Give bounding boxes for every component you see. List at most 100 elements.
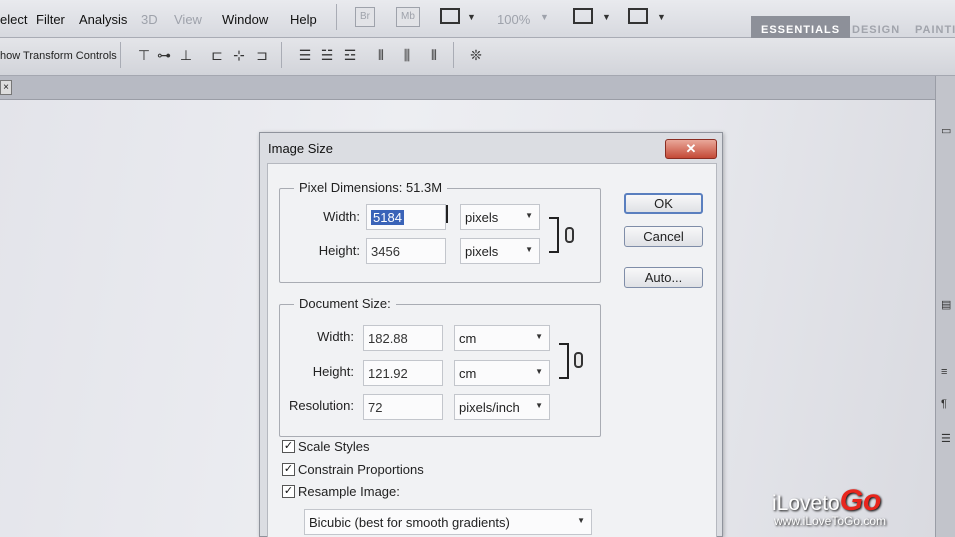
- close-button[interactable]: ✕: [665, 139, 717, 159]
- document-link-bracket: [559, 343, 569, 379]
- image-size-dialog: Image Size ✕ Pixel Dimensions: 51.3M Wid…: [259, 132, 723, 537]
- cancel-button[interactable]: Cancel: [624, 226, 703, 247]
- link-chain-icon: [574, 352, 583, 368]
- chevron-down-icon: ▼: [525, 211, 533, 220]
- resample-method: Bicubic (best for smooth gradients): [309, 515, 510, 530]
- resample-image-label[interactable]: Resample Image:: [298, 484, 400, 499]
- doc-width-unit-select[interactable]: cm ▼: [454, 325, 550, 351]
- text-cursor-icon: [446, 205, 448, 223]
- pixel-height-label: Height:: [318, 243, 360, 258]
- menu-3d[interactable]: 3D: [141, 12, 158, 27]
- pixel-width-unit-select[interactable]: pixels ▼: [460, 204, 540, 230]
- auto-button[interactable]: Auto...: [624, 267, 703, 288]
- panel-icon[interactable]: ¶: [941, 398, 953, 410]
- pixel-dimensions-size: 51.3M: [405, 180, 443, 195]
- bridge-button[interactable]: Br: [355, 7, 375, 27]
- constrain-proportions-checkbox[interactable]: ✓: [282, 463, 295, 476]
- mini-bridge-button[interactable]: Mb: [396, 7, 420, 27]
- doc-height-unit-select[interactable]: cm ▼: [454, 360, 550, 386]
- resolution-unit-select[interactable]: pixels/inch ▼: [454, 394, 550, 420]
- pixel-dimensions-group: Pixel Dimensions: 51.3M Width: 5184 pixe…: [279, 180, 601, 283]
- distribute-right-icon[interactable]: ⦀: [425, 46, 443, 64]
- pixel-height-value: 3456: [371, 244, 400, 259]
- view-extras-icon[interactable]: [440, 8, 460, 24]
- auto-align-icon[interactable]: ❊: [467, 46, 485, 64]
- align-top-icon[interactable]: ⊤: [135, 46, 153, 64]
- menu-separator: [336, 4, 337, 30]
- chevron-down-icon[interactable]: ▼: [540, 12, 549, 22]
- chevron-down-icon[interactable]: ▼: [657, 12, 666, 22]
- document-size-group: Document Size: Width: 182.88 cm ▼ Height…: [279, 296, 601, 437]
- panel-icon[interactable]: ▤: [941, 298, 953, 311]
- options-separator: [281, 42, 282, 68]
- scale-styles-label[interactable]: Scale Styles: [298, 439, 370, 454]
- chevron-down-icon: ▼: [525, 245, 533, 254]
- chevron-down-icon: ▼: [535, 332, 543, 341]
- distribute-hcenter-icon[interactable]: ⫼: [398, 46, 416, 64]
- pixel-height-unit: pixels: [465, 244, 499, 259]
- align-right-icon[interactable]: ⊐: [253, 46, 271, 64]
- zoom-level[interactable]: 100%: [497, 12, 530, 27]
- doc-width-label: Width:: [317, 329, 354, 344]
- ok-button[interactable]: OK: [624, 193, 703, 214]
- scale-styles-checkbox[interactable]: ✓: [282, 440, 295, 453]
- screen-mode-icon[interactable]: [628, 8, 648, 24]
- panel-icon[interactable]: ☰: [941, 432, 953, 445]
- chevron-down-icon[interactable]: ▼: [467, 12, 476, 22]
- menu-filter[interactable]: Filter: [36, 12, 65, 27]
- logo-go: Go: [839, 484, 882, 517]
- document-tab-bar: ×: [0, 76, 955, 100]
- pixel-dimensions-label: Pixel Dimensions:: [299, 180, 403, 195]
- document-size-label: Document Size:: [294, 296, 396, 311]
- distribute-left-icon[interactable]: ⫴: [372, 46, 390, 64]
- chevron-down-icon: ▼: [577, 516, 585, 525]
- pixel-width-unit: pixels: [465, 210, 499, 225]
- doc-height-input[interactable]: 121.92: [363, 360, 443, 386]
- dialog-title: Image Size: [268, 141, 334, 156]
- chevron-down-icon: ▼: [535, 367, 543, 376]
- doc-height-unit: cm: [459, 366, 477, 381]
- panel-icon[interactable]: ≡: [941, 366, 953, 378]
- logo-prefix: iLoveto: [772, 492, 840, 515]
- doc-height-label: Height:: [312, 364, 354, 379]
- pixel-height-unit-select[interactable]: pixels ▼: [460, 238, 540, 264]
- panel-icon[interactable]: ▭: [941, 124, 953, 137]
- resolution-unit: pixels/inch: [459, 400, 520, 415]
- doc-width-input[interactable]: 182.88: [363, 325, 443, 351]
- resolution-value: 72: [368, 400, 383, 415]
- doc-width-value: 182.88: [368, 331, 408, 346]
- resample-method-select[interactable]: Bicubic (best for smooth gradients) ▼: [304, 509, 592, 535]
- align-bottom-icon[interactable]: ⊥: [177, 46, 195, 64]
- pixel-width-input[interactable]: 5184: [366, 204, 446, 230]
- doc-height-value: 121.92: [368, 366, 408, 381]
- align-hcenter-icon[interactable]: ⊹: [230, 46, 248, 64]
- right-panel-dock: ▭ ▤ ≡ ¶ ☰: [935, 76, 955, 537]
- distribute-bottom-icon[interactable]: ☲: [341, 46, 359, 64]
- align-vcenter-icon[interactable]: ⊶: [155, 46, 173, 64]
- dialog-body: Pixel Dimensions: 51.3M Width: 5184 pixe…: [267, 163, 717, 537]
- resample-image-checkbox[interactable]: ✓: [282, 485, 295, 498]
- arrange-documents-icon[interactable]: [573, 8, 593, 24]
- iloveto-go-logo: iLovetoGo www.iLoveToGo.com: [772, 470, 932, 530]
- resolution-input[interactable]: 72: [363, 394, 443, 420]
- menu-window[interactable]: Window: [222, 12, 268, 27]
- doc-width-unit: cm: [459, 331, 477, 346]
- options-bar: how Transform Controls ⊤ ⊶ ⊥ ⊏ ⊹ ⊐ ☰ ☱ ☲…: [0, 38, 955, 76]
- close-icon[interactable]: ×: [0, 80, 12, 95]
- chevron-down-icon[interactable]: ▼: [602, 12, 611, 22]
- pixel-height-input[interactable]: 3456: [366, 238, 446, 264]
- menu-select[interactable]: elect: [0, 12, 27, 27]
- align-left-icon[interactable]: ⊏: [208, 46, 226, 64]
- menu-help[interactable]: Help: [290, 12, 317, 27]
- show-transform-controls-label[interactable]: how Transform Controls: [0, 50, 117, 62]
- menu-view[interactable]: View: [174, 12, 202, 27]
- logo-wordmark: iLovetoGo: [772, 484, 881, 518]
- constrain-proportions-label[interactable]: Constrain Proportions: [298, 462, 424, 477]
- logo-url: www.iLoveToGo.com: [774, 514, 887, 528]
- link-chain-icon: [565, 227, 574, 243]
- distribute-vcenter-icon[interactable]: ☱: [318, 46, 336, 64]
- distribute-top-icon[interactable]: ☰: [296, 46, 314, 64]
- menu-bar: elect Filter Analysis 3D View Window Hel…: [0, 0, 955, 44]
- pixel-link-bracket: [549, 217, 559, 253]
- menu-analysis[interactable]: Analysis: [79, 12, 127, 27]
